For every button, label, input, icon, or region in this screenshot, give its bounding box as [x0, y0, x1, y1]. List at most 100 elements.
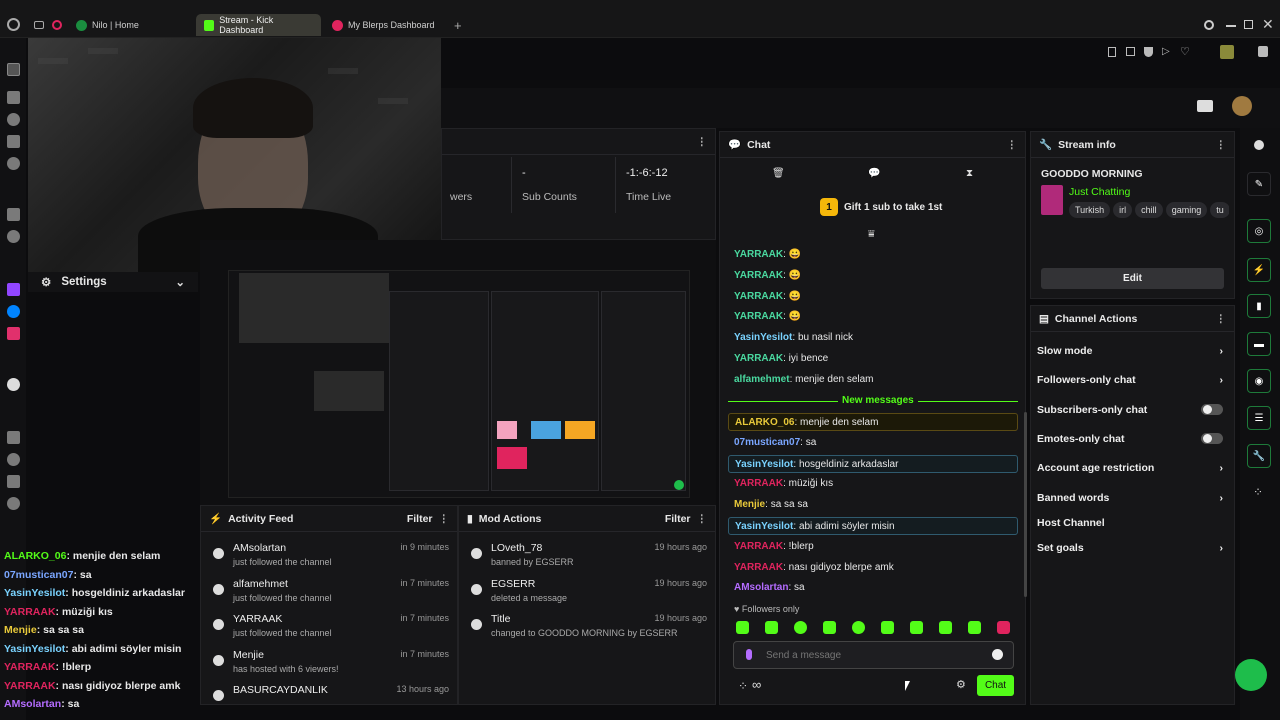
clipboard-icon[interactable]: ▮ [1247, 294, 1271, 318]
stream-tag[interactable]: tu [1210, 202, 1229, 218]
message-icon[interactable]: 💬 [868, 168, 880, 179]
emote-icon[interactable] [910, 621, 923, 634]
mod-action-item[interactable]: Title changed to GOODDO MORNING by EGSERR… [467, 613, 707, 649]
channel-action-item[interactable]: Subscribers-only chat [1037, 404, 1227, 418]
close-icon[interactable]: ✕ [1262, 16, 1274, 33]
tab-kick-dashboard[interactable]: Stream - Kick Dashboard [196, 14, 321, 36]
kebab-menu-icon[interactable]: ⋮ [439, 513, 450, 525]
play-icon[interactable]: ▷ [1162, 46, 1170, 57]
broadcast-icon[interactable]: ◉ [1247, 369, 1271, 393]
chat-user-name[interactable]: YARRAAK [734, 478, 783, 489]
channel-action-item[interactable]: Emotes-only chat [1037, 433, 1227, 447]
kebab-menu-icon[interactable]: ⋮ [1216, 313, 1227, 325]
arrow-icon[interactable] [7, 208, 20, 221]
filter-button[interactable]: Filter [665, 513, 691, 525]
chat-user-name[interactable]: YARRAAK [734, 562, 783, 573]
activity-item[interactable]: BASURCAYDANLIK 13 hours ago [209, 684, 449, 720]
info-icon[interactable] [1254, 140, 1264, 150]
tools-icon[interactable]: 🔧 [1247, 444, 1271, 468]
extension-avatar-icon[interactable] [1220, 45, 1234, 59]
browser-logo-icon[interactable] [7, 18, 20, 31]
channel-action-item[interactable]: Banned words › [1037, 492, 1227, 506]
activity-item[interactable]: Menjie has hosted with 6 viewers! in 7 min… [209, 649, 449, 685]
chat-message[interactable]: YARRAAK: nası gidiyoz blerpe amk [728, 559, 1018, 577]
chat-input[interactable] [766, 647, 976, 663]
heart-icon[interactable]: ♡ [1180, 45, 1190, 58]
kebab-menu-icon[interactable]: ⋮ [697, 136, 708, 148]
opera-icon[interactable] [52, 20, 62, 30]
twitch-icon[interactable] [7, 283, 20, 296]
chat-user-name[interactable]: Menjie [734, 499, 765, 510]
emote-icon[interactable] [881, 621, 894, 634]
chat-user-name[interactable]: YARRAAK [734, 270, 783, 281]
history-icon[interactable] [7, 453, 20, 466]
screenshot-icon[interactable] [1126, 47, 1135, 56]
stream-tag[interactable]: irl [1113, 202, 1133, 218]
chat-message[interactable]: YasinYesilot: abi adimi söyler misin [728, 517, 1018, 535]
chat-message[interactable]: 07mustican07: sa [728, 434, 1018, 452]
tab-blerps-dashboard[interactable]: My Blerps Dashboard [324, 14, 449, 36]
kebab-menu-icon[interactable]: ⋮ [697, 513, 708, 525]
emote-icon[interactable] [794, 621, 807, 634]
filter-button[interactable]: Filter [407, 513, 433, 525]
mod-action-item[interactable]: EGSERR deleted a message 19 hours ago [467, 578, 707, 614]
toggle-switch[interactable] [1201, 404, 1223, 415]
infinity-icon[interactable]: ∞ [752, 677, 761, 692]
chat-user-name[interactable]: YasinYesilot [735, 521, 793, 532]
chat-message[interactable]: YasinYesilot: bu nasil nick [728, 329, 1018, 347]
edit-icon[interactable]: ✎ [1247, 172, 1271, 196]
box-icon[interactable] [7, 475, 20, 488]
chat-message[interactable]: YARRAAK: 😀 [728, 308, 1018, 326]
emote-icon[interactable] [852, 621, 865, 634]
chat-message[interactable]: YasinYesilot: hosgeldiniz arkadaslar [728, 454, 1018, 473]
emote-icon[interactable] [968, 621, 981, 634]
emote-icon[interactable] [823, 621, 836, 634]
chat-message[interactable]: YARRAAK: 😀 [728, 246, 1018, 264]
chat-user-name[interactable]: YARRAAK [734, 311, 783, 322]
pin-icon[interactable] [1108, 47, 1116, 57]
hourglass-icon[interactable]: ⧗ [966, 168, 973, 179]
chat-message[interactable]: YARRAAK: !blerp [728, 538, 1018, 556]
spotify-icon[interactable] [7, 378, 20, 391]
trash-icon[interactable]: 🗑 [772, 168, 785, 179]
chat-settings-icon[interactable]: ⚙ [956, 678, 966, 691]
chat-message[interactable]: YARRAAK: 😀 [728, 288, 1018, 306]
stream-tag[interactable]: gaming [1165, 202, 1208, 218]
stream-tag[interactable]: Turkish [1069, 202, 1111, 218]
hand-icon[interactable] [7, 135, 20, 148]
user-avatar[interactable] [1232, 96, 1252, 116]
channel-action-item[interactable]: Followers-only chat › [1037, 374, 1227, 388]
kebab-menu-icon[interactable]: ⋮ [1007, 139, 1018, 151]
compass-icon[interactable] [7, 113, 20, 126]
kebab-menu-icon[interactable]: ⋮ [1216, 139, 1227, 151]
chat-user-name[interactable]: YasinYesilot [735, 459, 793, 470]
emote-icon[interactable] [997, 621, 1010, 634]
chat-user-name[interactable]: YARRAAK [734, 291, 783, 302]
microphone-icon[interactable] [746, 649, 752, 660]
emote-icon[interactable] [736, 621, 749, 634]
chat-user-name[interactable]: ALARKO_06 [735, 417, 794, 428]
emote-icon[interactable] [939, 621, 952, 634]
edit-button[interactable]: Edit [1041, 268, 1224, 289]
chat-user-name[interactable]: AMsolartan [734, 582, 788, 593]
more-tools-icon[interactable]: ⁘ [1253, 485, 1263, 499]
stream-tag[interactable]: chill [1135, 202, 1163, 218]
channel-action-item[interactable]: Host Channel [1037, 517, 1227, 531]
chat-message[interactable]: ALARKO_06: menjie den selam [728, 413, 1018, 431]
bookmark-icon[interactable] [7, 91, 20, 104]
settings-icon[interactable] [7, 497, 20, 510]
message-input-box[interactable] [733, 641, 1014, 669]
bolt-icon[interactable]: ⚡ [1247, 258, 1271, 282]
layout-icon[interactable]: ☰ [1247, 406, 1271, 430]
chat-user-name[interactable]: YARRAAK [734, 541, 783, 552]
search-icon[interactable] [1204, 20, 1214, 30]
chat-user-name[interactable]: YARRAAK [734, 353, 783, 364]
activity-item[interactable]: AMsolartan just followed the channel in 9 … [209, 542, 449, 578]
shield-icon[interactable] [1144, 47, 1153, 57]
mod-action-item[interactable]: LOveth_78 banned by EGSERR 19 hours ago [467, 542, 707, 578]
emote-icon[interactable] [765, 621, 778, 634]
wallet-icon[interactable] [7, 431, 20, 444]
emoji-icon[interactable] [992, 649, 1003, 660]
collapse-icon[interactable]: ⩸ [868, 228, 875, 241]
puzzle-icon[interactable] [1258, 46, 1268, 57]
